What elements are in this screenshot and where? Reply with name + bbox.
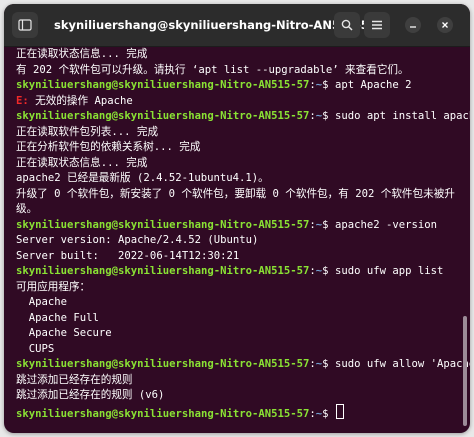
prompt-symbol: $ xyxy=(322,79,329,91)
search-button[interactable] xyxy=(334,12,360,38)
output-line: 正在读取软件包列表... 完成 xyxy=(16,125,159,138)
output-line: apache2 已经是最新版 (2.4.52-1ubuntu4.1)。 xyxy=(16,172,269,184)
output-line: 正在读取状态信息... 完成 xyxy=(16,48,148,60)
new-tab-icon xyxy=(18,19,32,31)
output-line: 升级了 0 个软件包，新安装了 0 个软件包，要卸载 0 个软件包，有 202 … xyxy=(16,187,455,200)
prompt-line: skyniliuershang@skyniliuershang-Nitro-AN… xyxy=(16,79,412,91)
prompt-user-host: skyniliuershang@skyniliuershang-Nitro-AN… xyxy=(16,218,310,231)
output-line: 正在读取状态信息... 完成 xyxy=(16,156,148,169)
prompt-user-host: skyniliuershang@skyniliuershang-Nitro-AN… xyxy=(16,110,310,122)
output-line: Server built: 2022-06-14T12:30:21 xyxy=(16,249,240,262)
minimize-button[interactable] xyxy=(405,17,421,33)
output-line: CUPS xyxy=(16,342,55,355)
prompt-line: skyniliuershang@skyniliuershang-Nitro-AN… xyxy=(16,265,444,277)
command-text: sudo apt install apache2 xyxy=(334,110,470,122)
prompt-symbol: $ xyxy=(322,110,329,122)
command-text: sudo ufw allow 'Apache' xyxy=(334,358,470,370)
prompt-symbol: $ xyxy=(322,407,329,420)
prompt-symbol: $ xyxy=(322,218,329,231)
text-cursor xyxy=(335,403,344,419)
output-line: Server version: Apache/2.4.52 (Ubuntu) xyxy=(16,234,259,246)
hamburger-menu-icon xyxy=(372,20,382,30)
prompt-line: skyniliuershang@skyniliuershang-Nitro-AN… xyxy=(16,109,470,125)
prompt-symbol: $ xyxy=(322,265,329,277)
close-icon xyxy=(442,22,448,28)
terminal-output[interactable]: 正在读取状态信息... 完成 有 202 个软件包可以升级。请执行 ‘apt l… xyxy=(4,46,470,433)
error-label: E: xyxy=(16,94,29,107)
error-message: 无效的操作 Apache xyxy=(35,94,133,107)
output-line: Apache Secure xyxy=(16,327,112,339)
output-line: Apache xyxy=(16,296,68,308)
command-text: sudo ufw app list xyxy=(334,265,444,277)
search-icon xyxy=(341,19,353,31)
scrollbar[interactable] xyxy=(463,316,467,426)
output-line: 级。 xyxy=(16,203,38,215)
prompt-user-host: skyniliuershang@skyniliuershang-Nitro-AN… xyxy=(16,407,310,420)
error-line: E: 无效的操作 Apache xyxy=(16,94,470,110)
close-button[interactable] xyxy=(437,17,453,33)
output-line: 有 202 个软件包可以升级。请执行 ‘apt list --upgradabl… xyxy=(16,63,409,76)
output-line: 跳过添加已经存在的规则 (v6) xyxy=(16,389,165,401)
command-text: apache2 -version xyxy=(334,218,438,231)
menu-button[interactable] xyxy=(364,12,390,38)
terminal-window: skyniliuershang@skyniliuershang-Nitro-AN… xyxy=(4,4,470,433)
prompt-symbol: $ xyxy=(322,358,329,370)
active-prompt-line[interactable]: skyniliuershang@skyniliuershang-Nitro-AN… xyxy=(16,403,470,420)
title-bar: skyniliuershang@skyniliuershang-Nitro-AN… xyxy=(4,4,470,47)
output-line: 可用应用程序： xyxy=(16,280,91,293)
output-line: Apache Full xyxy=(16,311,99,324)
prompt-user-host: skyniliuershang@skyniliuershang-Nitro-AN… xyxy=(16,358,310,370)
window-title: skyniliuershang@skyniliuershang-Nitro-AN… xyxy=(54,18,382,32)
prompt-line: skyniliuershang@skyniliuershang-Nitro-AN… xyxy=(16,218,438,231)
output-line: 正在分析软件包的依赖关系树... 完成 xyxy=(16,141,201,153)
minimize-icon xyxy=(410,26,416,28)
command-text: apt Apache 2 xyxy=(334,79,412,91)
prompt-user-host: skyniliuershang@skyniliuershang-Nitro-AN… xyxy=(16,265,310,277)
new-tab-button[interactable] xyxy=(12,12,38,38)
prompt-line: skyniliuershang@skyniliuershang-Nitro-AN… xyxy=(16,357,470,373)
output-line: 跳过添加已经存在的规则 xyxy=(16,373,133,386)
prompt-user-host: skyniliuershang@skyniliuershang-Nitro-AN… xyxy=(16,79,310,91)
